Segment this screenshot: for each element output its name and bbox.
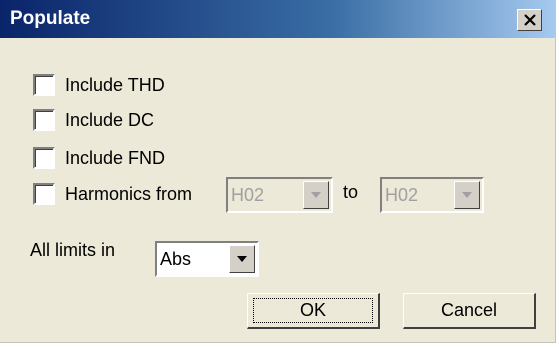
title-bar[interactable]: Populate [0,0,556,38]
ok-button-label: OK [299,300,326,320]
include-dc-label: Include DC [65,109,155,130]
populate-dialog: Populate Include THD Include DC Include … [0,0,556,343]
include-fnd-label: Include FND [65,147,166,168]
include-thd-label: Include THD [65,74,165,95]
harmonics-to-value: H02 [385,184,419,205]
limits-unit-value: Abs [160,248,192,269]
harmonics-from-label: Harmonics from [65,183,193,204]
limits-unit-dropdown-button[interactable] [229,245,255,273]
include-fnd-checkbox[interactable] [33,147,55,169]
harmonics-from-value: H02 [231,184,265,205]
include-dc-checkbox[interactable] [33,109,55,131]
include-fnd-row: Include FND [33,145,165,171]
ok-button[interactable]: OK [247,293,380,329]
dialog-title: Populate [10,8,91,29]
close-button[interactable] [517,9,542,31]
harmonics-to-dropdown-button [454,181,480,209]
harmonics-from-checkbox[interactable] [33,183,55,205]
include-thd-row: Include THD [33,72,165,98]
harmonics-from-select: H02 [226,177,333,213]
include-dc-row: Include DC [33,107,154,133]
include-thd-checkbox[interactable] [33,74,55,96]
harmonics-to-select: H02 [380,177,484,213]
harmonics-to-label: to [343,182,359,202]
limits-unit-select[interactable]: Abs [155,241,259,277]
close-icon [523,14,536,26]
harmonics-from-row: Harmonics from [33,181,192,207]
cancel-button-label: Cancel [440,300,498,320]
chevron-down-icon [237,256,247,262]
harmonics-from-dropdown-button [303,181,329,209]
chevron-down-icon [311,192,321,198]
chevron-down-icon [462,192,472,198]
cancel-button[interactable]: Cancel [403,293,536,329]
all-limits-label: All limits in [30,240,116,260]
